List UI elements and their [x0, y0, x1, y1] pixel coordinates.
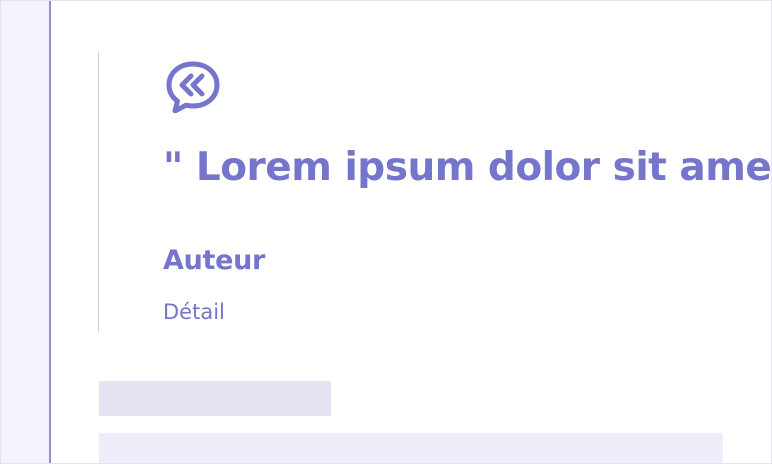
- content-area: " Lorem ipsum dolor sit amet, consectetu…: [51, 1, 771, 463]
- quote-text: " Lorem ipsum dolor sit amet, consectetu…: [163, 145, 771, 190]
- quote-bubble-icon: [165, 61, 221, 114]
- placeholder-bar-short: [99, 381, 331, 416]
- placeholder-bar-long: [99, 433, 723, 463]
- quote-block: " Lorem ipsum dolor sit amet, consectetu…: [98, 52, 771, 332]
- quote-detail: Détail: [163, 300, 225, 324]
- quote-author: Auteur: [163, 245, 266, 276]
- side-panel: [1, 1, 51, 463]
- preview-frame: " Lorem ipsum dolor sit amet, consectetu…: [0, 0, 772, 464]
